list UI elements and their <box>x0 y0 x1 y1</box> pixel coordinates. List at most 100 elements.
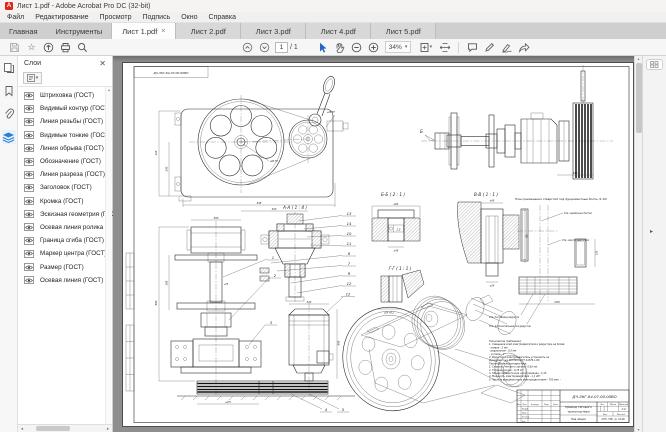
layer-visibility-toggle[interactable] <box>24 92 34 100</box>
chevron-down-icon: ▾ <box>405 44 408 50</box>
layer-row[interactable]: Линия резьбы (ГОСТ) <box>18 115 112 128</box>
expand-pane-arrow[interactable]: ▸ <box>650 228 653 235</box>
layers-panel: Слои ✕ ▾ Штриховка (ГОСТ) Видимый контур… <box>18 56 113 432</box>
scroll-down-icon[interactable]: ▾ <box>637 427 639 432</box>
document-area: ДЧ-ЗКГ-64-07.00.00ВО <box>113 56 634 432</box>
fit-page-dropdown[interactable]: ▾ <box>414 40 436 54</box>
doc-tab-4[interactable]: Лист 4.pdf <box>306 23 371 39</box>
fill-sign-button[interactable] <box>481 40 498 54</box>
doc-tab-3[interactable]: Лист 3.pdf <box>241 23 306 39</box>
zoom-level-value: 34% <box>389 44 402 51</box>
belt-pulley: ⌀475 <box>177 381 355 404</box>
search-button[interactable] <box>74 40 91 54</box>
layer-row[interactable]: Размер (ГОСТ) <box>18 260 112 273</box>
layers-scrollbar[interactable]: ▴ <box>105 87 112 424</box>
callout: 10 <box>347 231 352 236</box>
eye-icon <box>25 238 33 243</box>
menu-sign[interactable]: Подпись <box>143 14 171 21</box>
layer-row[interactable]: Штриховка (ГОСТ) <box>18 89 112 102</box>
page-number-input[interactable] <box>275 42 288 53</box>
assembly-side-view: ⌀75 300 800 385 <box>154 216 281 397</box>
previous-page-button[interactable] <box>239 40 256 54</box>
zoom-out-button[interactable] <box>348 40 365 54</box>
layer-row[interactable]: Обозначение (ГОСТ) <box>18 155 112 168</box>
layer-visibility-toggle[interactable] <box>24 144 34 152</box>
drawing-sheet: ДЧ-ЗКГ-64-07.00.00ВО <box>123 63 633 426</box>
layer-row[interactable]: Эскизная геометрия (ГОСТ) <box>18 208 112 221</box>
layer-options-button[interactable]: ▾ <box>23 72 42 84</box>
layer-visibility-toggle[interactable] <box>24 197 34 205</box>
print-button[interactable] <box>57 40 74 54</box>
layer-row[interactable]: Видимые тонкие (ГОСТ) <box>18 129 112 142</box>
menu-window[interactable]: Окно <box>181 14 197 21</box>
scrollbar-thumb[interactable] <box>636 63 642 133</box>
close-panel-icon[interactable]: ✕ <box>99 59 106 68</box>
dim-belt: ⌀475 <box>225 401 231 404</box>
layer-row[interactable]: Граница сгиба (ГОСТ) <box>18 234 112 247</box>
scroll-up-icon[interactable]: ▴ <box>108 87 110 92</box>
layer-row[interactable]: Видимый контур (ГОСТ) <box>18 102 112 115</box>
select-tool-button[interactable] <box>314 40 331 54</box>
layer-label: Видимые тонкие (ГОСТ) <box>40 132 111 139</box>
layer-row[interactable]: Заголовок (ГОСТ) <box>18 181 112 194</box>
menu-edit[interactable]: Редактирование <box>35 14 88 21</box>
side-view: Б <box>420 65 613 179</box>
layer-row[interactable]: Линия обрыва (ГОСТ) <box>18 142 112 155</box>
menu-help[interactable]: Справка <box>209 14 236 21</box>
page-thumbnails-button[interactable] <box>2 61 16 75</box>
bookmarks-button[interactable] <box>2 84 16 98</box>
layer-row[interactable]: Кромка (ГОСТ) <box>18 195 112 208</box>
layer-visibility-toggle[interactable] <box>24 263 34 271</box>
layer-row[interactable]: Маркер центра (ГОСТ) <box>18 247 112 260</box>
layer-visibility-toggle[interactable] <box>24 131 34 139</box>
layer-visibility-toggle[interactable] <box>24 223 34 231</box>
scroll-up-icon[interactable]: ▴ <box>637 56 639 61</box>
menu-file[interactable]: Файл <box>7 14 24 21</box>
adobe-acrobat-icon: A <box>5 2 13 10</box>
layer-visibility-toggle[interactable] <box>24 158 34 166</box>
eye-icon <box>25 133 33 138</box>
fit-width-button[interactable] <box>436 40 453 54</box>
doc-tab-2[interactable]: Лист 2.pdf <box>176 23 241 39</box>
close-tab-icon[interactable]: × <box>161 28 165 35</box>
tab-tools[interactable]: Инструменты <box>47 23 112 39</box>
options-icon <box>27 74 35 82</box>
vertical-scrollbar[interactable]: ▴ ▾ <box>634 56 642 432</box>
next-page-button[interactable] <box>256 40 273 54</box>
scroll-right-icon[interactable]: ▸ <box>104 426 112 432</box>
doc-tab-1[interactable]: Лист 1.pdf × <box>111 23 176 39</box>
layer-visibility-toggle[interactable] <box>24 250 34 258</box>
favorite-button[interactable]: ☆ <box>23 40 40 54</box>
tools-pane-button[interactable] <box>646 59 663 70</box>
window-title: Лист 1.pdf - Adobe Acrobat Pro DC (32-bi… <box>17 3 151 10</box>
pdf-page[interactable]: ДЧ-ЗКГ-64-07.00.00ВО <box>122 62 634 427</box>
layer-visibility-toggle[interactable] <box>24 184 34 192</box>
layer-row[interactable]: Осевая линия ролика <box>18 221 112 234</box>
layers-button[interactable] <box>2 130 16 144</box>
zoom-in-button[interactable] <box>365 40 382 54</box>
scroll-left-icon[interactable]: ◂ <box>18 426 26 432</box>
layer-visibility-toggle[interactable] <box>24 171 34 179</box>
tab-home[interactable]: Главная <box>0 23 47 39</box>
hand-tool-button[interactable] <box>331 40 348 54</box>
layer-visibility-toggle[interactable] <box>24 118 34 126</box>
doc-tab-5[interactable]: Лист 5.pdf <box>371 23 436 39</box>
panel-horizontal-scrollbar[interactable]: ◂ ▸ <box>18 424 112 432</box>
attachments-button[interactable] <box>2 107 16 121</box>
menu-view[interactable]: Просмотр <box>100 14 132 21</box>
layer-visibility-toggle[interactable] <box>24 105 34 113</box>
upload-button[interactable] <box>40 40 57 54</box>
share-button[interactable] <box>515 40 532 54</box>
layer-row[interactable]: Осевая линия (ГОСТ) <box>18 274 112 287</box>
layer-row[interactable]: Линия разреза (ГОСТ) <box>18 168 112 181</box>
layer-visibility-toggle[interactable] <box>24 237 34 245</box>
scrollbar-thumb[interactable] <box>36 426 70 431</box>
zoom-level-dropdown[interactable]: 34% ▾ <box>385 41 412 53</box>
save-button[interactable] <box>6 40 23 54</box>
sign-button[interactable] <box>498 40 515 54</box>
layers-list: Штриховка (ГОСТ) Видимый контур (ГОСТ) Л… <box>18 87 112 424</box>
layers-panel-title: Слои <box>24 60 41 67</box>
layer-visibility-toggle[interactable] <box>24 210 34 218</box>
layer-visibility-toggle[interactable] <box>24 276 34 284</box>
comment-button[interactable] <box>464 40 481 54</box>
